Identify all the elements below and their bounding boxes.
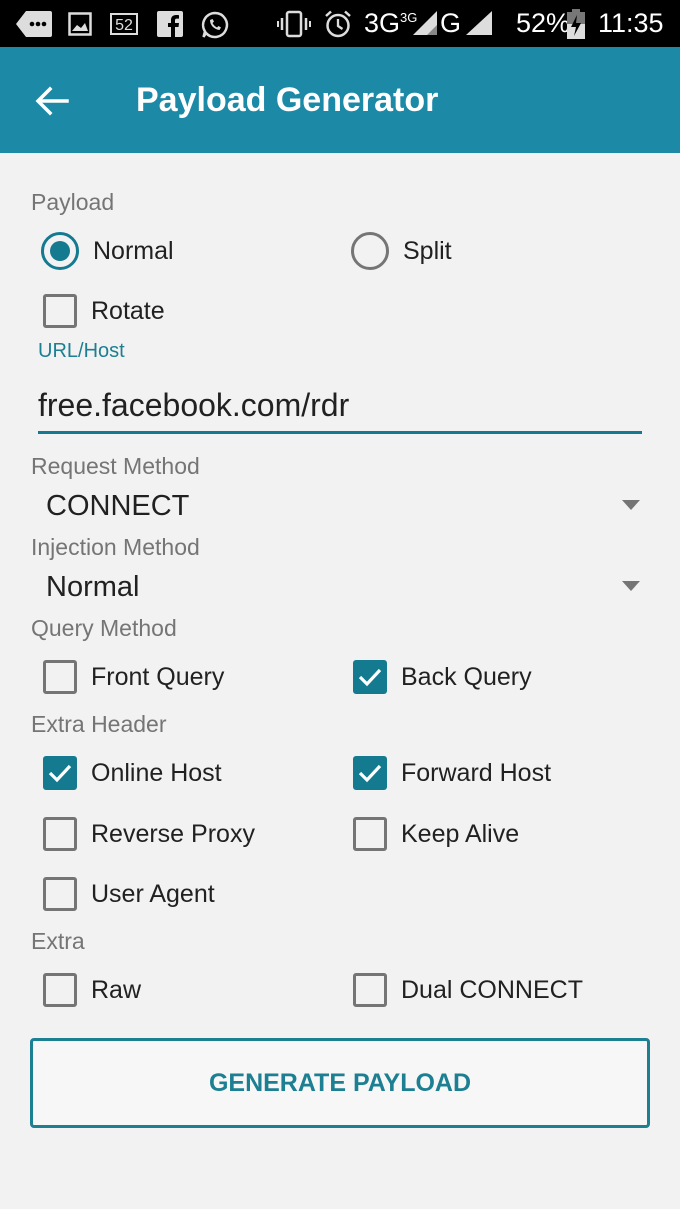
checkmark-icon [358, 764, 382, 783]
checkbox-forward-host-label: Forward Host [401, 758, 552, 787]
checkbox[interactable] [43, 294, 77, 328]
generate-payload-button[interactable]: GENERATE PAYLOAD [30, 1038, 650, 1128]
injection-method-label: Injection Method [31, 534, 200, 560]
checkbox-online-host[interactable]: Online Host [43, 751, 222, 795]
vibrate-icon [277, 10, 311, 43]
radio-split-label: Split [403, 236, 452, 265]
clock: 11:35 [598, 8, 664, 38]
whatsapp-icon [200, 10, 230, 45]
facebook-icon [157, 11, 183, 42]
extra-header-label: Extra Header [31, 711, 167, 737]
checkbox-rotate[interactable]: Rotate [43, 289, 165, 333]
signal-g-icon [466, 11, 492, 40]
alarm-icon [323, 9, 353, 44]
radio-normal-label: Normal [93, 236, 174, 265]
checkbox[interactable] [43, 877, 77, 911]
checkbox-front-query-label: Front Query [91, 662, 225, 691]
arrow-left-icon [35, 86, 69, 116]
checkbox-rotate-label: Rotate [91, 296, 165, 325]
checkbox[interactable] [353, 817, 387, 851]
checkbox-checked[interactable] [353, 756, 387, 790]
dropdown-arrow-icon [622, 581, 640, 591]
checkbox-raw[interactable]: Raw [43, 968, 141, 1012]
checkmark-icon [48, 764, 72, 783]
signal-3g-icon [413, 11, 437, 40]
checkbox-forward-host[interactable]: Forward Host [353, 751, 551, 795]
network-3g-label: 3G 3G [364, 8, 418, 38]
request-method-label: Request Method [31, 453, 200, 479]
checkbox[interactable] [43, 660, 77, 694]
back-button[interactable] [30, 79, 74, 123]
request-method-dropdown[interactable]: CONNECT [46, 484, 650, 528]
calendar-52-icon: 52 [107, 10, 141, 43]
payload-section-label: Payload [31, 189, 115, 215]
injection-method-value: Normal [46, 570, 140, 603]
checkbox-dual-connect[interactable]: Dual CONNECT [353, 968, 583, 1012]
checkbox-back-query[interactable]: Back Query [353, 655, 532, 699]
checkbox-keep-alive[interactable]: Keep Alive [353, 812, 519, 856]
checkbox-online-host-label: Online Host [91, 758, 222, 787]
checkbox[interactable] [43, 817, 77, 851]
dropdown-arrow-icon [622, 500, 640, 510]
more-notifications-icon [16, 11, 52, 42]
checkbox-reverse-proxy[interactable]: Reverse Proxy [43, 812, 255, 856]
checkbox-reverse-proxy-label: Reverse Proxy [91, 819, 255, 848]
query-method-label: Query Method [31, 615, 177, 641]
svg-text:52: 52 [115, 17, 133, 34]
battery-percent: 52% [516, 8, 571, 38]
url-host-label: URL/Host [38, 340, 125, 362]
battery-charging-icon [566, 9, 586, 44]
checkbox[interactable] [353, 973, 387, 1007]
checkbox-back-query-label: Back Query [401, 662, 532, 691]
image-icon [68, 12, 92, 41]
checkbox[interactable] [43, 973, 77, 1007]
checkbox-checked[interactable] [43, 756, 77, 790]
checkbox-checked[interactable] [353, 660, 387, 694]
status-bar: 52 3G 3G G 52% 11:35 [0, 0, 680, 47]
checkmark-icon [358, 668, 382, 687]
page-title: Payload Generator [136, 80, 439, 119]
radio-normal[interactable]: Normal [41, 229, 174, 273]
checkbox-dual-connect-label: Dual CONNECT [401, 975, 583, 1004]
request-method-value: CONNECT [46, 489, 190, 522]
network-g-label: G [440, 8, 462, 38]
injection-method-dropdown[interactable]: Normal [46, 565, 650, 609]
radio-split[interactable]: Split [351, 229, 452, 273]
extra-label: Extra [31, 928, 85, 954]
app-bar: Payload Generator [0, 47, 680, 153]
radio-button-selected[interactable] [41, 232, 79, 270]
url-host-input[interactable] [38, 380, 642, 434]
checkbox-raw-label: Raw [91, 975, 142, 1004]
checkbox-user-agent-label: User Agent [91, 879, 215, 908]
checkbox-user-agent[interactable]: User Agent [43, 872, 215, 916]
radio-button[interactable] [351, 232, 389, 270]
checkbox-keep-alive-label: Keep Alive [401, 819, 520, 848]
checkbox-front-query[interactable]: Front Query [43, 655, 224, 699]
